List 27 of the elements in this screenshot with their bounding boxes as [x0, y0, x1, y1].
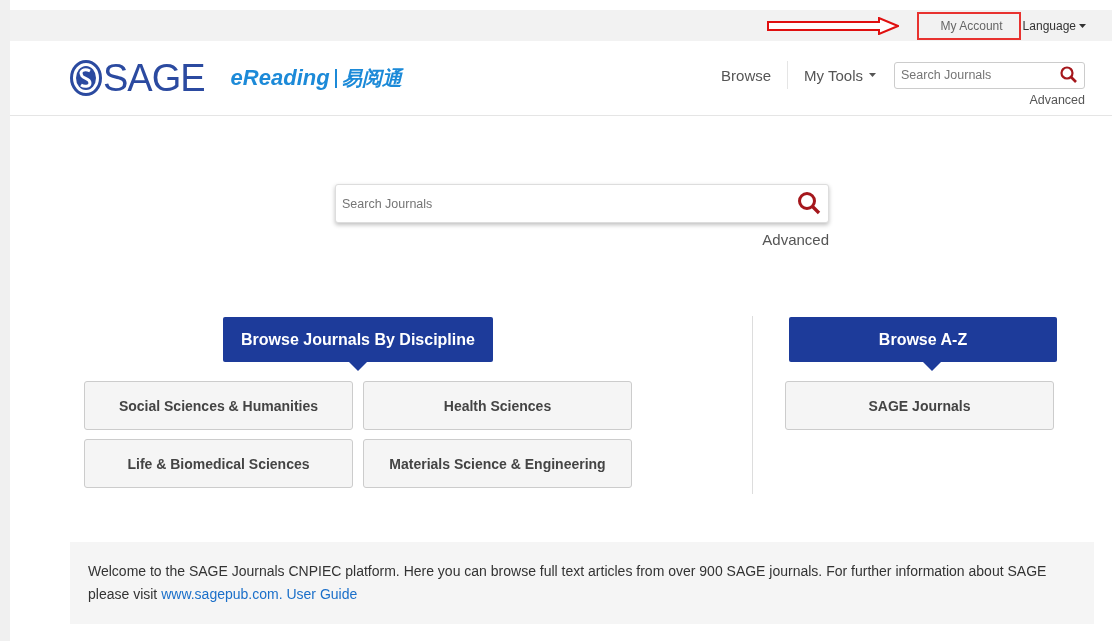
search-field[interactable]: Search Journals	[894, 61, 1085, 89]
discipline-button[interactable]: Health Sciences	[363, 381, 632, 430]
text-link[interactable]: User Guide	[286, 586, 358, 602]
pointer-icon	[923, 362, 941, 371]
nav-link[interactable]: My Tools	[788, 66, 892, 84]
discipline-button[interactable]: Social Sciences & Humanities	[84, 381, 353, 430]
nav-link[interactable]: Browse	[705, 66, 788, 84]
language-menu[interactable]: Language	[1020, 18, 1086, 33]
discipline-button[interactable]: Materials Science & Engineering	[363, 439, 632, 488]
journals-button[interactable]: SAGE Journals	[785, 381, 1054, 430]
discipline-button[interactable]: Life & Biomedical Sciences	[84, 439, 353, 488]
my-account-link[interactable]: My Account	[916, 11, 1021, 40]
search-field[interactable]: Search Journals	[335, 184, 829, 223]
caret-icon	[1079, 23, 1086, 28]
search-icon	[1060, 65, 1077, 83]
logo-text: SAGE	[103, 56, 205, 100]
section-heading: Browse Journals By Discipline	[223, 317, 493, 362]
arrow-icon	[766, 16, 899, 35]
partner-logo: eReading 易阅通	[230, 64, 402, 92]
logo-icon	[70, 60, 102, 96]
section-heading: Browse A-Z	[789, 317, 1057, 362]
welcome-text: Welcome to the SAGE Journals CNPIEC platform. Here you can browse full text articles from over 900 SAGE journals. For further information about SAGE please visit www.sagepub.com. User Guide	[88, 562, 1048, 604]
advanced-link[interactable]: Advanced	[762, 231, 829, 248]
advanced-link[interactable]: Advanced	[1029, 93, 1085, 107]
search-icon	[797, 191, 821, 215]
text-link[interactable]: www.sagepub.com.	[161, 586, 283, 602]
pointer-icon	[349, 362, 367, 371]
